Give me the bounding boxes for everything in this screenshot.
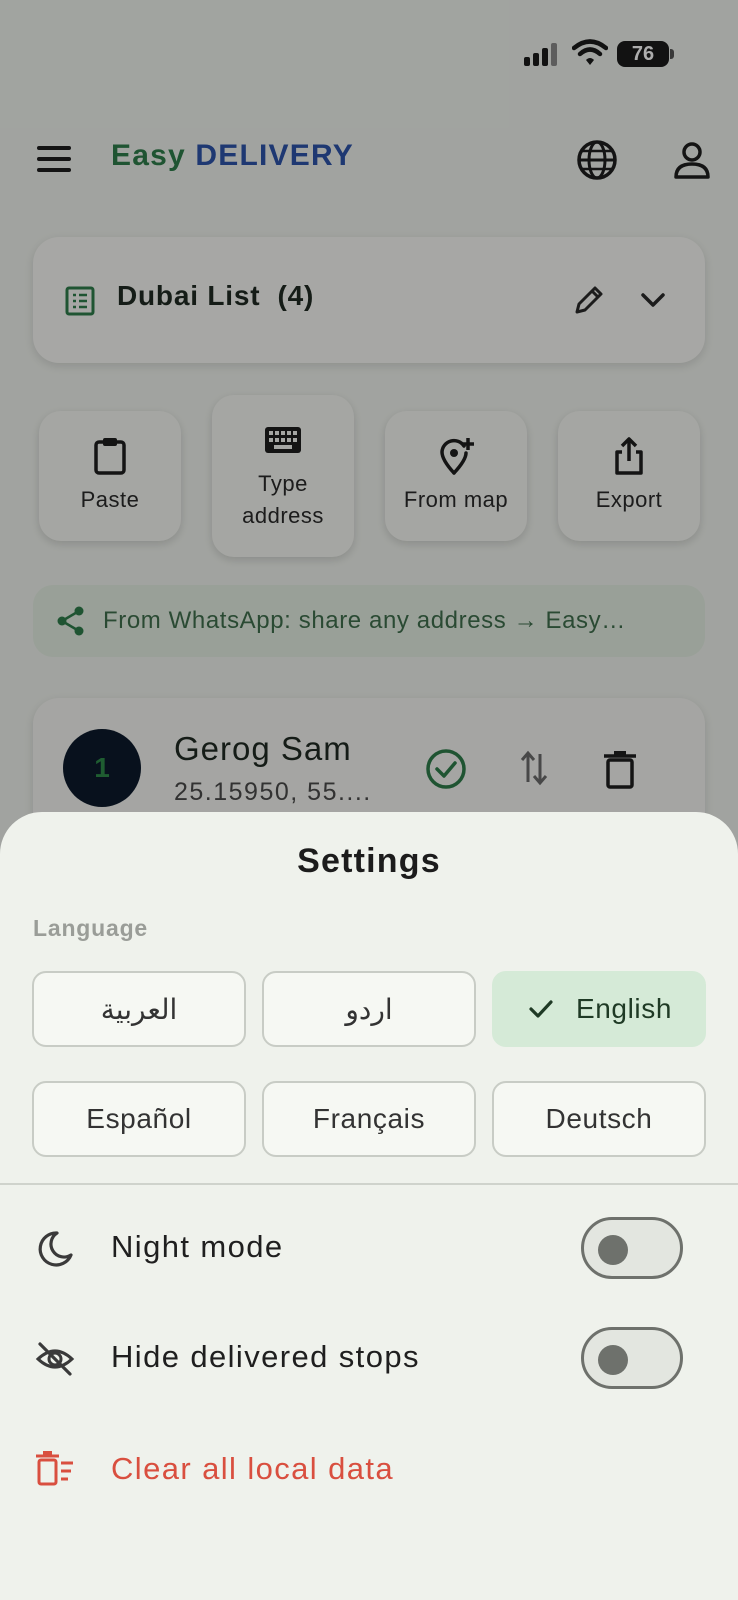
settings-title: Settings <box>297 842 441 880</box>
language-french-button[interactable]: Français <box>262 1081 476 1157</box>
language-urdu-button[interactable]: اردو <box>262 971 476 1047</box>
night-mode-toggle-knob <box>598 1235 628 1265</box>
hide-delivered-label: Hide delivered stops <box>111 1339 420 1374</box>
language-spanish-button[interactable]: Español <box>32 1081 246 1157</box>
language-arabic-label: العربية <box>100 993 178 1025</box>
language-section-label: Language <box>33 915 149 941</box>
language-english-label: English <box>575 993 673 1024</box>
hide-delivered-toggle[interactable] <box>581 1327 683 1389</box>
language-urdu-label: اردو <box>345 993 393 1025</box>
night-mode-toggle[interactable] <box>581 1217 683 1279</box>
hide-delivered-toggle-knob <box>598 1345 628 1375</box>
checkmark-icon <box>529 1000 553 1018</box>
night-mode-label: Night mode <box>111 1229 284 1264</box>
moon-icon <box>38 1231 73 1267</box>
clear-data-button[interactable]: Clear all local data <box>111 1451 394 1487</box>
language-spanish-label: Español <box>86 1103 192 1134</box>
language-german-label: Deutsch <box>545 1103 653 1134</box>
language-arabic-button[interactable]: العربية <box>32 971 246 1047</box>
language-german-button[interactable]: Deutsch <box>492 1081 706 1157</box>
settings-divider <box>0 1183 738 1185</box>
language-french-label: Français <box>312 1103 426 1134</box>
eye-off-icon <box>35 1342 75 1376</box>
language-english-button[interactable]: English <box>492 971 706 1047</box>
delete-sweep-icon[interactable] <box>35 1449 75 1489</box>
